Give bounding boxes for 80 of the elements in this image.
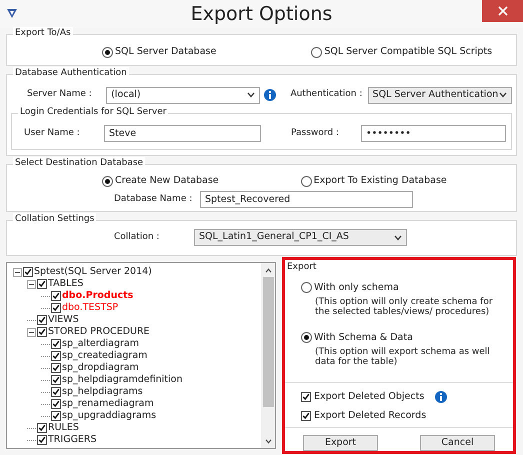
radio-label: Create New Database: [115, 174, 219, 188]
field-label: Database Name :: [114, 193, 194, 206]
radio-button[interactable]: [102, 46, 113, 58]
app-logo-icon: [6, 7, 18, 19]
checkbox[interactable]: [51, 339, 61, 349]
radio-label: Export To Existing Database: [314, 174, 447, 188]
checkbox[interactable]: [37, 327, 47, 337]
collapse-toggle-icon[interactable]: [13, 268, 22, 276]
option-description: (This option will only create schema for the selected tables/views/ procedures): [314, 296, 494, 317]
chevron-icon: [247, 92, 256, 98]
scroll-thumb[interactable]: [262, 277, 274, 407]
radio-button[interactable]: [300, 176, 312, 187]
tree-item[interactable]: sp_helpdiagrams: [62, 386, 143, 398]
tree-item[interactable]: sp_upgraddiagrams: [62, 410, 156, 422]
tree-item[interactable]: STORED PROCEDURE: [48, 326, 150, 338]
radio-label: With Schema & Data: [314, 330, 413, 345]
collapse-toggle-icon[interactable]: [27, 328, 36, 336]
group-title: Export To/As: [13, 27, 73, 39]
field-label: Password :: [291, 126, 340, 140]
checkbox-label: Export Deleted Objects: [314, 390, 424, 404]
tree-item[interactable]: dbo.Products: [62, 290, 134, 302]
chevron-icon: [499, 92, 507, 98]
tree-item[interactable]: RULES: [48, 422, 79, 434]
tree-item[interactable]: sp_creatediagram: [62, 350, 148, 362]
radio-label: With only schema: [314, 280, 399, 294]
tree-item[interactable]: sp_renamediagram: [62, 398, 154, 410]
checkbox-label: Export Deleted Records: [314, 408, 426, 423]
info-icon[interactable]: [264, 89, 276, 101]
radio-button[interactable]: [311, 46, 322, 58]
checkbox[interactable]: [51, 291, 61, 301]
checkbox[interactable]: [37, 435, 47, 445]
checkbox[interactable]: [23, 267, 33, 277]
checkbox[interactable]: [37, 315, 47, 325]
checkbox[interactable]: [301, 392, 311, 402]
checkbox[interactable]: [51, 375, 61, 385]
tree-item[interactable]: sp_helpdiagramdefinition: [62, 374, 182, 386]
close-button[interactable]: [482, 0, 523, 22]
dropdown[interactable]: (local): [106, 86, 260, 104]
option-description: (This option will export schema as well data for the table): [314, 347, 491, 367]
dropdown[interactable]: SQL_Latin1_General_CP1_CI_AS: [194, 229, 407, 246]
group-title: Collation Settings: [13, 213, 96, 225]
radio-button[interactable]: [301, 332, 312, 344]
window-title: Export Options: [190, 2, 332, 27]
info-icon[interactable]: [435, 390, 448, 403]
tree-item[interactable]: dbo.TESTSP: [62, 302, 118, 314]
field-label: Server Name :: [26, 88, 93, 102]
checkbox[interactable]: [301, 411, 311, 422]
group-title: Export: [286, 261, 318, 274]
checkbox[interactable]: [37, 423, 47, 433]
tree-item[interactable]: Sptest(SQL Server 2014): [34, 266, 152, 278]
checkbox[interactable]: [51, 363, 61, 373]
chevron-icon: [394, 234, 402, 240]
checkbox[interactable]: [51, 399, 61, 409]
group-title: Login Credentials for SQL Server: [18, 106, 168, 118]
dialog-button[interactable]: Export: [303, 435, 378, 451]
field-label: Authentication :: [290, 88, 364, 102]
tree-item[interactable]: VIEWS: [48, 314, 79, 326]
tree-item[interactable]: TABLES: [48, 278, 84, 290]
scrollbar[interactable]: [261, 263, 275, 448]
username-field[interactable]: Steve: [104, 125, 261, 142]
field-label: User Name :: [23, 126, 81, 140]
radio-button[interactable]: [102, 176, 113, 187]
password-field[interactable]: ••••••••: [361, 125, 506, 142]
radio-label: SQL Server Compatible SQL Scripts: [324, 44, 492, 59]
field-label: Collation :: [114, 230, 160, 244]
close-icon: [498, 6, 508, 16]
tree-item[interactable]: sp_dropdiagram: [62, 362, 139, 374]
dropdown[interactable]: SQL Server Authentication: [368, 86, 512, 104]
collapse-toggle-icon[interactable]: [27, 280, 36, 288]
checkbox[interactable]: [51, 351, 61, 361]
database-name-field[interactable]: Sptest_Recovered: [200, 191, 413, 208]
tree-item[interactable]: sp_alterdiagram: [62, 338, 140, 350]
checkbox[interactable]: [37, 279, 47, 289]
radio-button[interactable]: [301, 282, 312, 294]
checkbox[interactable]: [51, 303, 61, 313]
checkbox[interactable]: [51, 411, 61, 421]
radio-label: SQL Server Database: [115, 44, 216, 59]
dialog-button[interactable]: Cancel: [420, 435, 495, 451]
tree-item[interactable]: TRIGGERS: [48, 434, 97, 446]
checkbox[interactable]: [51, 387, 61, 397]
